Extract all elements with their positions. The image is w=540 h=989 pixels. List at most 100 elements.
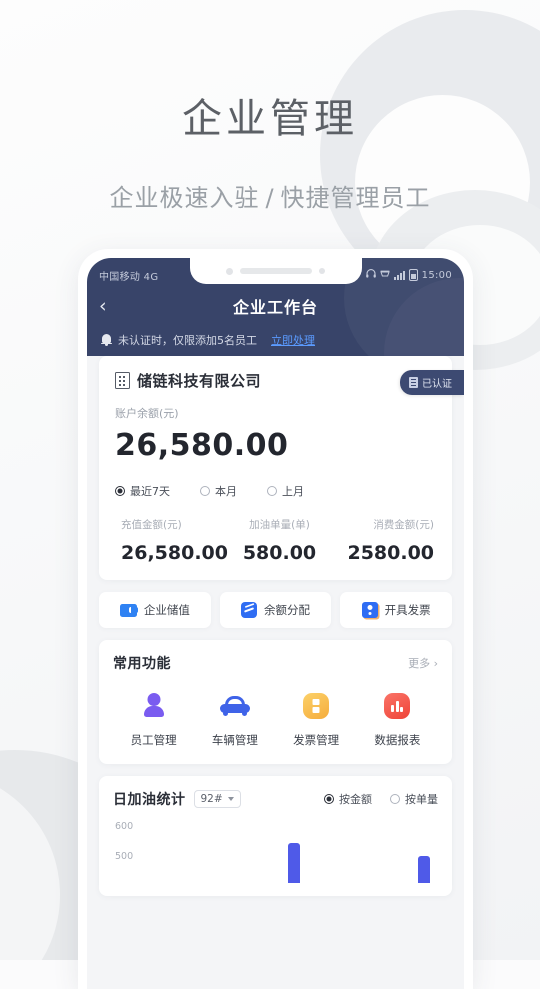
radio-dot-icon xyxy=(115,486,125,496)
quick-action-label: 余额分配 xyxy=(264,603,310,617)
function-item-label: 数据报表 xyxy=(374,733,421,747)
chart-mode-radio-group: 按金额 按单量 xyxy=(324,791,438,807)
stat-recharge: 充值金额(元) 26,580.00 xyxy=(115,517,228,564)
signal-icon xyxy=(393,270,405,280)
stats-row: 充值金额(元) 26,580.00 加油单量(单) 580.00 消费金额(元)… xyxy=(115,517,436,564)
notice-text: 未认证时，仅限添加5名员工 xyxy=(118,334,257,347)
status-time: 15:00 xyxy=(421,269,452,281)
wallet-icon xyxy=(119,603,138,617)
common-functions-grid: 员工管理 车辆管理 发票管理 数据报表 xyxy=(113,689,438,748)
bar-chart-icon xyxy=(357,689,438,723)
balance-label: 账户余额(元) xyxy=(115,407,179,420)
function-item-invoices[interactable]: 发票管理 xyxy=(276,689,357,748)
status-badge: 已认证 xyxy=(400,370,464,395)
stat-label: 消费金额(元) xyxy=(373,519,435,531)
hero-subtitle-separator: / xyxy=(265,184,275,212)
battery-icon xyxy=(408,269,418,281)
hero-section: 企业管理 企业极速入驻 / 快捷管理员工 xyxy=(0,86,540,213)
document-icon xyxy=(276,689,357,723)
stat-value: 26,580.00 xyxy=(121,542,228,564)
radio-dot-icon xyxy=(267,486,277,496)
chart-mode-orders[interactable]: 按单量 xyxy=(390,791,438,807)
person-icon xyxy=(113,689,194,723)
phone-mockup: 中国移动 4G 15:00 ‹ 企业工作台 未认证时，仅限添加5名员工 立即处理… xyxy=(78,249,473,989)
company-row: 储链科技有限公司 xyxy=(115,370,436,391)
range-option-label: 本月 xyxy=(215,485,237,498)
hero-subtitle-right: 快捷管理员工 xyxy=(280,184,431,212)
hero-subtitle: 企业极速入驻 / 快捷管理员工 xyxy=(0,178,540,213)
sync-icon xyxy=(379,269,390,281)
chart-mode-amount[interactable]: 按金额 xyxy=(324,791,372,807)
stat-label: 充值金额(元) xyxy=(121,519,182,531)
chart-ytick-600: 600 xyxy=(115,821,134,832)
stat-orders: 加油单量(单) 580.00 xyxy=(228,517,331,564)
more-functions-label: 更多 xyxy=(408,657,431,670)
chevron-right-icon: › xyxy=(433,657,438,670)
speaker-grille xyxy=(240,268,312,274)
chevron-down-icon xyxy=(227,797,234,801)
chart-mode-label: 按单量 xyxy=(405,793,438,806)
chart-plot-area: 600 500 xyxy=(113,821,438,883)
nav-bar: ‹ 企业工作台 xyxy=(87,286,464,326)
common-functions-header: 常用功能 更多 › xyxy=(113,653,438,673)
stat-value: 2580.00 xyxy=(347,542,435,564)
quick-action-allocate[interactable]: 余额分配 xyxy=(219,592,332,628)
chart-title: 日加油统计 xyxy=(113,792,186,808)
radio-dot-icon xyxy=(324,794,334,804)
chart-header-left: 日加油统计 92# xyxy=(113,789,241,809)
camera-icon xyxy=(226,267,233,275)
quick-action-recharge[interactable]: 企业储值 xyxy=(99,592,211,628)
quick-action-label: 开具发票 xyxy=(384,603,431,617)
function-item-vehicles[interactable]: 车辆管理 xyxy=(194,689,275,748)
radio-dot-icon xyxy=(200,486,210,496)
oil-type-select[interactable]: 92# xyxy=(193,790,241,808)
function-item-label: 发票管理 xyxy=(293,733,340,747)
verification-notice: 未认证时，仅限添加5名员工 立即处理 xyxy=(87,326,464,360)
common-functions-title: 常用功能 xyxy=(113,656,171,672)
function-item-label: 车辆管理 xyxy=(211,733,258,747)
status-carrier: 中国移动 4G xyxy=(99,271,159,283)
quick-actions-row: 企业储值 余额分配 开具发票 xyxy=(99,592,453,628)
daily-refuel-chart-card: 日加油统计 92# 按金额 按单量 600 500 xyxy=(99,776,452,896)
oil-type-value: 92# xyxy=(200,793,223,805)
range-option-this-month[interactable]: 本月 xyxy=(200,483,237,499)
stat-value: 580.00 xyxy=(242,542,317,564)
quick-action-invoice[interactable]: 开具发票 xyxy=(340,592,453,628)
function-item-label: 员工管理 xyxy=(130,733,177,747)
car-icon xyxy=(194,689,275,723)
notice-action-link[interactable]: 立即处理 xyxy=(271,332,315,348)
phone-notch xyxy=(189,258,362,284)
status-badge-label: 已认证 xyxy=(422,379,452,390)
stat-consumption: 消费金额(元) 2580.00 xyxy=(331,517,436,564)
hero-subtitle-left: 企业极速入驻 xyxy=(109,184,260,212)
quick-action-label: 企业储值 xyxy=(143,603,190,617)
range-option-7days[interactable]: 最近7天 xyxy=(115,483,170,499)
range-option-label: 上月 xyxy=(282,485,304,498)
chart-bar xyxy=(288,843,300,883)
chart-mode-label: 按金额 xyxy=(339,793,372,806)
more-functions-button[interactable]: 更多 › xyxy=(408,655,438,671)
balance-value: 26,580.00 xyxy=(115,428,289,463)
common-functions-card: 常用功能 更多 › 员工管理 车辆管理 发票管理 数据报表 xyxy=(99,640,452,764)
sensor-icon xyxy=(319,268,325,274)
building-icon xyxy=(115,372,130,389)
radio-dot-icon xyxy=(390,794,400,804)
company-name: 储链科技有限公司 xyxy=(137,372,262,390)
chart-line-icon xyxy=(241,602,257,618)
nav-title: 企业工作台 xyxy=(232,298,318,317)
app-content: 储链科技有限公司 已认证 账户余额(元) 26,580.00 最近7天 本月 上… xyxy=(87,356,464,896)
certificate-icon xyxy=(409,377,418,388)
range-option-label: 最近7天 xyxy=(130,485,170,498)
function-item-employees[interactable]: 员工管理 xyxy=(113,689,194,748)
status-icons: 15:00 xyxy=(350,269,452,281)
balance-card: 储链科技有限公司 已认证 账户余额(元) 26,580.00 最近7天 本月 上… xyxy=(99,356,464,580)
chart-header: 日加油统计 92# 按金额 按单量 xyxy=(113,789,438,809)
bell-icon xyxy=(101,334,112,346)
invoice-icon xyxy=(361,602,378,618)
page-title: 企业管理 xyxy=(182,96,358,142)
range-option-last-month[interactable]: 上月 xyxy=(267,483,304,499)
headphone-icon xyxy=(365,269,376,281)
chart-bar xyxy=(418,856,430,883)
phone-screen: 中国移动 4G 15:00 ‹ 企业工作台 未认证时，仅限添加5名员工 立即处理… xyxy=(87,258,464,989)
function-item-reports[interactable]: 数据报表 xyxy=(357,689,438,748)
